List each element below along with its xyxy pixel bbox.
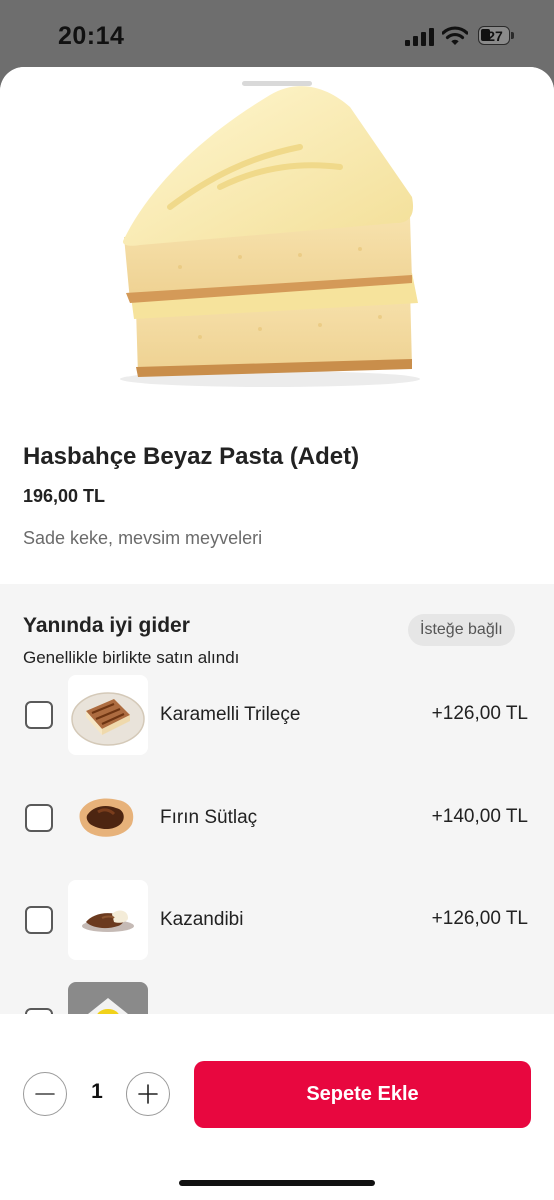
product-sheet: Hasbahçe Beyaz Pasta (Adet) 196,00 TL Sa…	[0, 67, 554, 1200]
addon-item[interactable]: Karamelli Trileçe +126,00 TL	[0, 675, 554, 755]
addon-image	[68, 880, 148, 960]
wifi-icon	[442, 26, 468, 45]
status-bar: 20:14 27	[0, 0, 554, 70]
product-description: Sade keke, mevsim meyveleri	[23, 528, 263, 548]
decrease-quantity-button[interactable]	[23, 1072, 67, 1116]
battery-icon: 27	[478, 26, 516, 47]
addon-name: Karamelli Trileçe	[160, 704, 301, 725]
addon-checkbox[interactable]	[25, 804, 53, 832]
addon-image	[68, 982, 148, 1014]
addon-item[interactable]	[0, 982, 554, 1014]
cellular-signal-icon	[405, 28, 434, 46]
addon-item[interactable]: Kazandibi +126,00 TL	[0, 880, 554, 960]
addon-item[interactable]: Fırın Sütlaç +140,00 TL	[0, 778, 554, 858]
sheet-grabber[interactable]	[242, 81, 312, 86]
addon-image	[68, 675, 148, 755]
addon-name: Fırın Sütlaç	[160, 807, 258, 828]
addon-price: +126,00 TL	[431, 703, 528, 724]
optional-badge: İsteğe bağlı	[408, 614, 515, 646]
addon-name: Kazandibi	[160, 909, 244, 930]
section-title: Yanında iyi gider	[23, 614, 190, 637]
addon-price: +140,00 TL	[431, 806, 528, 827]
addon-price: +126,00 TL	[431, 908, 528, 929]
addon-image	[68, 778, 148, 858]
quantity-value: 1	[91, 1080, 103, 1103]
section-subtitle: Genellikle birlikte satın alındı	[23, 648, 240, 667]
add-to-cart-button[interactable]: Sepete Ekle	[194, 1061, 531, 1128]
increase-quantity-button[interactable]	[126, 1072, 170, 1116]
minus-icon	[35, 1093, 55, 1095]
plus-icon	[138, 1084, 158, 1104]
battery-level: 27	[487, 28, 503, 44]
addon-checkbox[interactable]	[25, 701, 53, 729]
product-image	[0, 67, 554, 407]
bottom-action-bar: 1 Sepete Ekle	[0, 1014, 554, 1200]
product-price: 196,00 TL	[23, 486, 106, 506]
recommendations-section: Yanında iyi gider İsteğe bağlı Genellikl…	[0, 584, 554, 1014]
product-title: Hasbahçe Beyaz Pasta (Adet)	[23, 443, 360, 470]
home-indicator[interactable]	[179, 1180, 375, 1186]
status-time: 20:14	[58, 22, 125, 50]
addon-checkbox[interactable]	[25, 906, 53, 934]
